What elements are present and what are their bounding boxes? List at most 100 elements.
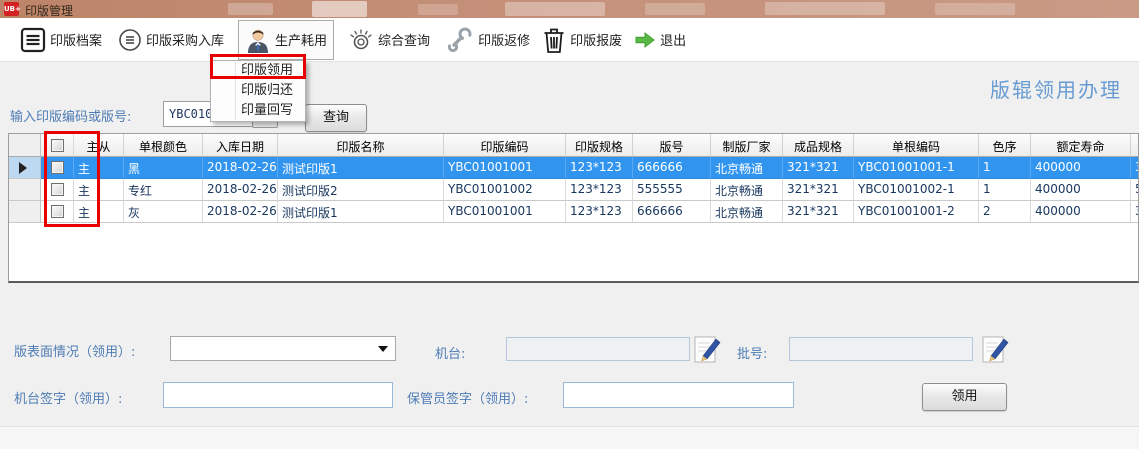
chevron-down-icon xyxy=(378,346,388,352)
table-cell: 321*321 xyxy=(783,201,854,223)
wrench-icon xyxy=(446,26,474,54)
keeper-signature-label: 保管员签字（领用）: xyxy=(407,388,528,407)
table-cell: 2 xyxy=(979,201,1031,223)
background-window-fragment xyxy=(228,3,273,15)
column-header[interactable]: 印版名称 xyxy=(278,134,444,156)
toolbar-button-plate-archive[interactable]: 印版档案 xyxy=(14,20,108,60)
table-cell: YBC01001002-1 xyxy=(854,179,979,201)
toolbar-button-plate-scrap[interactable]: 印版报废 xyxy=(536,20,628,60)
table-cell: 321*321 xyxy=(783,157,854,179)
query-button[interactable]: 查询 xyxy=(305,104,367,132)
column-header[interactable]: 版号 xyxy=(633,134,711,156)
toolbar-label: 生产耗用 xyxy=(275,30,327,49)
toolbar-label: 退出 xyxy=(660,30,686,49)
table-cell: 1 xyxy=(979,179,1031,201)
batch-number-input[interactable] xyxy=(789,337,973,361)
row-checkbox-cell xyxy=(41,201,74,223)
table-cell: 黑 xyxy=(124,157,203,179)
app-window: UB+ 印版管理 印版档案 印版采购入库 xyxy=(0,0,1139,449)
machine-input[interactable] xyxy=(506,337,690,361)
surface-condition-label: 版表面情况（领用）: xyxy=(14,341,135,360)
menu-item-plate-claim[interactable]: 印版领用 xyxy=(211,61,305,81)
select-all-checkbox[interactable] xyxy=(51,139,64,152)
batch-number-label: 批号: xyxy=(737,343,767,362)
trash-icon xyxy=(542,26,566,54)
edit-pencil-icon[interactable] xyxy=(694,333,722,364)
row-checkbox[interactable] xyxy=(51,161,64,174)
eye-icon xyxy=(348,27,374,53)
table-cell: YBC01001002 xyxy=(444,179,566,201)
column-header[interactable]: 单根编码 xyxy=(854,134,979,156)
toolbar-label: 印版采购入库 xyxy=(146,30,224,49)
table-cell: 400000 xyxy=(1031,201,1131,223)
menu-item-plate-return[interactable]: 印版归还 xyxy=(211,81,305,101)
bottom-strip xyxy=(0,426,1139,449)
select-all-checkbox-cell xyxy=(41,134,74,156)
column-header[interactable]: 成品规格 xyxy=(783,134,854,156)
main-toolbar: 印版档案 印版采购入库 生产耗用 xyxy=(0,18,1139,62)
column-header[interactable]: 额定寿命 xyxy=(1031,134,1131,156)
table-cell: 主 xyxy=(74,179,124,201)
table-cell: YBC01001001-2 xyxy=(854,201,979,223)
column-header[interactable]: 入库日期 xyxy=(203,134,278,156)
current-row-indicator xyxy=(9,157,41,179)
row-checkbox[interactable] xyxy=(51,183,64,196)
row-indicator-header xyxy=(9,134,41,156)
toolbar-button-production-consume[interactable]: 生产耗用 xyxy=(238,20,334,60)
table-cell: 1 xyxy=(979,157,1031,179)
column-header[interactable]: 主从 xyxy=(74,134,124,156)
toolbar-button-exit[interactable]: 退出 xyxy=(628,20,692,60)
column-header[interactable]: 印版规格 xyxy=(566,134,633,156)
column-header[interactable]: 制版厂家 xyxy=(711,134,783,156)
table-header-row: 主从 单根颜色 入库日期 印版名称 印版编码 印版规格 版号 制版厂家 成品规格… xyxy=(9,134,1139,157)
table-cell: 123*123 xyxy=(566,157,633,179)
row-indicator xyxy=(9,201,41,223)
table-row[interactable]: 主 专红 2018-02-26... 测试印版2 YBC01001002 123… xyxy=(9,179,1139,201)
menu-item-print-count-writeback[interactable]: 印量回写 xyxy=(211,101,305,121)
production-consume-menu: 印版领用 印版归还 印量回写 xyxy=(210,60,306,122)
table-cell: 123*123 xyxy=(566,179,633,201)
table-cell: 50 xyxy=(1131,179,1139,201)
exit-arrow-icon xyxy=(634,31,656,49)
column-header[interactable] xyxy=(1131,134,1139,156)
table-cell: 2018-02-26... xyxy=(203,201,278,223)
background-window-fragment xyxy=(312,1,367,17)
row-checkbox-cell xyxy=(41,157,74,179)
column-header[interactable]: 单根颜色 xyxy=(124,134,203,156)
page-title: 版辊领用办理 xyxy=(990,74,1122,103)
table-cell: 2018-02-26... xyxy=(203,179,278,201)
toolbar-button-plate-repair[interactable]: 印版返修 xyxy=(440,20,536,60)
table-cell: 555555 xyxy=(633,179,711,201)
table-cell: YBC01001001 xyxy=(444,157,566,179)
column-header[interactable]: 色序 xyxy=(979,134,1031,156)
claim-button[interactable]: 领用 xyxy=(922,383,1007,411)
window-titlebar: UB+ 印版管理 xyxy=(0,0,1139,18)
toolbar-button-comprehensive-query[interactable]: 综合查询 xyxy=(342,20,436,60)
list-circle-icon xyxy=(118,28,142,52)
app-logo-icon: UB+ xyxy=(4,2,19,16)
toolbar-label: 印版报废 xyxy=(570,30,622,49)
toolbar-label: 印版返修 xyxy=(478,30,530,49)
table-cell: 北京畅通 xyxy=(711,179,783,201)
row-indicator xyxy=(9,179,41,201)
table-cell: 测试印版2 xyxy=(278,179,444,201)
background-window-fragment xyxy=(645,3,705,15)
plate-code-search-label: 输入印版编码或版号: xyxy=(10,106,131,125)
table-cell: YBC01001001 xyxy=(444,201,566,223)
row-checkbox[interactable] xyxy=(51,205,64,218)
row-checkbox-cell xyxy=(41,179,74,201)
table-cell: 测试印版1 xyxy=(278,157,444,179)
table-cell: 400000 xyxy=(1031,179,1131,201)
table-cell: 北京畅通 xyxy=(711,157,783,179)
table-row[interactable]: 主 黑 2018-02-26... 测试印版1 YBC01001001 123*… xyxy=(9,157,1139,179)
toolbar-button-purchase-inbound[interactable]: 印版采购入库 xyxy=(112,20,230,60)
person-icon xyxy=(245,27,271,53)
table-cell: 123*123 xyxy=(566,201,633,223)
table-row[interactable]: 主 灰 2018-02-26... 测试印版1 YBC01001001 123*… xyxy=(9,201,1139,223)
column-header[interactable]: 印版编码 xyxy=(444,134,566,156)
edit-pencil-icon[interactable] xyxy=(982,333,1010,364)
current-row-arrow-icon xyxy=(19,162,27,174)
keeper-signature-input[interactable] xyxy=(563,382,794,408)
surface-condition-select[interactable] xyxy=(170,336,396,361)
machine-signature-input[interactable] xyxy=(163,382,393,408)
